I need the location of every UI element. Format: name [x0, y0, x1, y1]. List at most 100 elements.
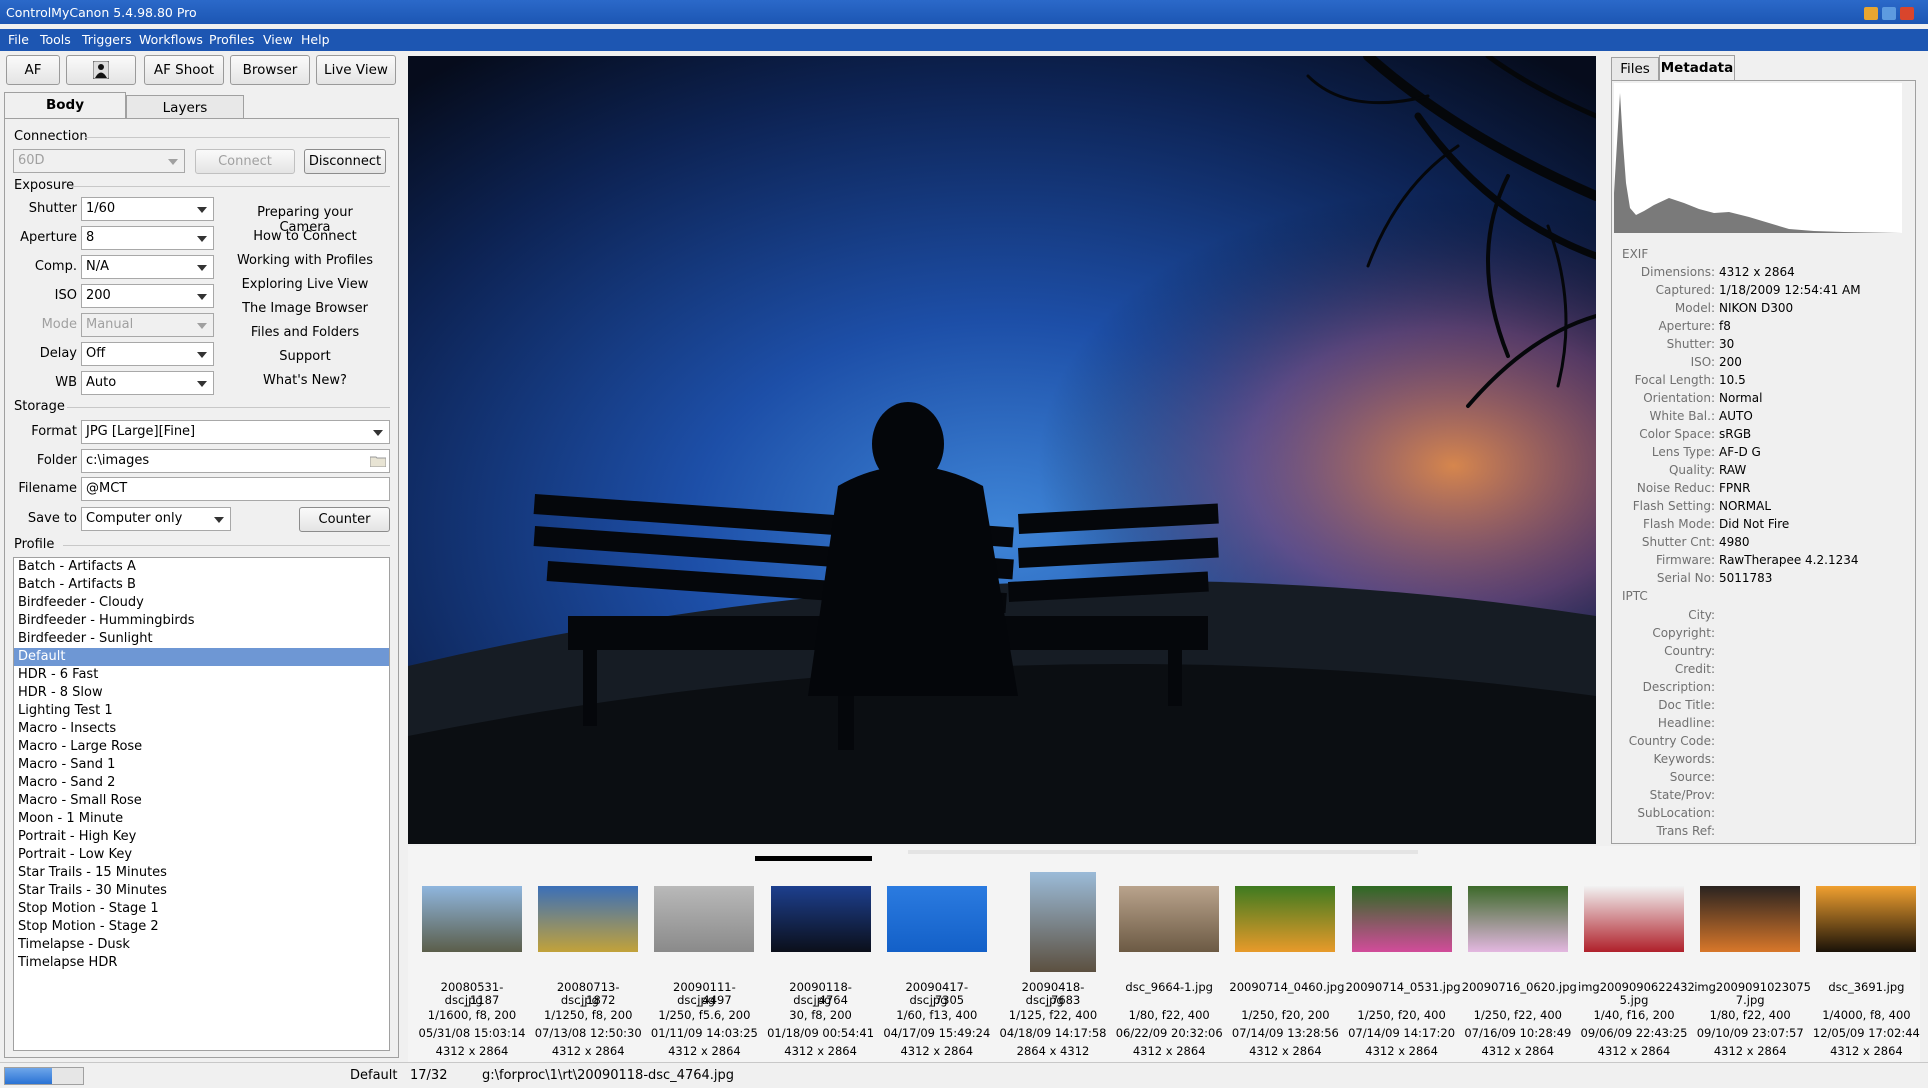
aperture-select[interactable]: 8	[81, 226, 214, 250]
wb-label: WB	[55, 375, 77, 390]
profile-section-title: Profile	[14, 537, 55, 552]
exif-key: Flash Mode:	[1643, 517, 1715, 531]
minimize-icon[interactable]	[1864, 7, 1878, 20]
help-link-image-browser[interactable]: The Image Browser	[230, 301, 380, 316]
connect-button[interactable]: Connect	[195, 149, 295, 174]
live-view-button[interactable]: Live View	[316, 55, 396, 85]
af-button[interactable]: AF	[6, 55, 60, 85]
profile-list-item[interactable]: Macro - Large Rose	[14, 738, 389, 756]
profile-list-item[interactable]: Birdfeeder - Sunlight	[14, 630, 389, 648]
menu-workflows[interactable]: Workflows	[139, 32, 203, 47]
tab-metadata[interactable]: Metadata	[1659, 55, 1735, 81]
mode-select[interactable]: Manual	[81, 313, 214, 337]
thumbnail-image	[1351, 886, 1452, 952]
exif-value: Did Not Fire	[1719, 517, 1790, 531]
delay-select[interactable]: Off	[81, 342, 214, 366]
browser-button[interactable]: Browser	[230, 55, 310, 85]
profile-list-item[interactable]: Macro - Sand 2	[14, 774, 389, 792]
shutter-select[interactable]: 1/60	[81, 197, 214, 221]
menu-help[interactable]: Help	[301, 32, 330, 47]
menu-triggers[interactable]: Triggers	[82, 32, 132, 47]
help-link-whats-new[interactable]: What's New?	[230, 373, 380, 388]
maximize-icon[interactable]	[1882, 7, 1896, 20]
help-link-how-to-connect[interactable]: How to Connect	[230, 229, 380, 244]
close-icon[interactable]	[1900, 7, 1914, 20]
menu-file[interactable]: File	[8, 32, 29, 47]
profile-list-item[interactable]: Macro - Insects	[14, 720, 389, 738]
format-select[interactable]: JPG [Large][Fine]	[81, 420, 390, 444]
profile-list-item[interactable]: Stop Motion - Stage 2	[14, 918, 389, 936]
iptc-key: Description:	[1642, 680, 1715, 694]
main-image-preview[interactable]	[408, 56, 1596, 844]
saveto-value: Computer only	[86, 511, 183, 526]
profile-list-item[interactable]: Timelapse HDR	[14, 954, 389, 972]
iptc-key: Doc Title:	[1658, 698, 1715, 712]
exposure-section-title: Exposure	[14, 178, 75, 193]
thumbnail-date: 01/11/09 14:03:25	[650, 1026, 758, 1040]
iptc-key: Credit:	[1674, 662, 1715, 676]
profile-list-item[interactable]: Birdfeeder - Cloudy	[14, 594, 389, 612]
wb-value: Auto	[86, 375, 117, 390]
counter-button[interactable]: Counter	[299, 507, 390, 532]
saveto-select[interactable]: Computer only	[81, 507, 231, 531]
thumbnail-date: 12/05/09 17:02:44	[1812, 1026, 1920, 1040]
profile-list-item[interactable]: Stop Motion - Stage 1	[14, 900, 389, 918]
iso-select[interactable]: 200	[81, 284, 214, 308]
filename-value: @MCT	[86, 481, 128, 496]
profile-list-item[interactable]: Lighting Test 1	[14, 702, 389, 720]
folder-icon[interactable]	[370, 455, 386, 467]
menu-bar: File Tools Triggers Workflows Profiles V…	[0, 29, 1928, 51]
thumbnail-exposure: 1/80, f22, 400	[1709, 1008, 1791, 1022]
profile-list-item[interactable]: Timelapse - Dusk	[14, 936, 389, 954]
thumbnail-filename: 20090714_0531.jpg	[1345, 980, 1461, 994]
help-link-working-with-profiles[interactable]: Working with Profiles	[230, 253, 380, 268]
profile-list-item[interactable]: Batch - Artifacts A	[14, 558, 389, 576]
saveto-label: Save to	[27, 511, 77, 526]
thumbnail-image	[422, 886, 522, 952]
metadata-panel: EXIF Dimensions: 4312 x 2864 Captured: 1/18…	[1611, 80, 1916, 844]
filmstrip-scroll-track[interactable]	[908, 850, 1418, 854]
profile-list[interactable]: Batch - Artifacts A Batch - Artifacts B Bi…	[13, 557, 390, 1051]
camera-settings-button[interactable]	[66, 55, 136, 85]
af-shoot-button[interactable]: AF Shoot	[144, 55, 224, 85]
menu-view[interactable]: View	[263, 32, 293, 47]
exif-value: RawTherapee 4.2.1234	[1719, 553, 1859, 567]
person-icon	[92, 60, 110, 80]
tab-files[interactable]: Files	[1611, 57, 1659, 81]
profile-list-item[interactable]: HDR - 6 Fast	[14, 666, 389, 684]
folder-field[interactable]: c:\images	[81, 449, 390, 473]
profile-list-item[interactable]: Batch - Artifacts B	[14, 576, 389, 594]
comp-select[interactable]: N/A	[81, 255, 214, 279]
profile-list-item[interactable]: Moon - 1 Minute	[14, 810, 389, 828]
profile-list-item[interactable]: Macro - Sand 1	[14, 756, 389, 774]
wb-select[interactable]: Auto	[81, 371, 214, 395]
profile-list-item[interactable]: HDR - 8 Slow	[14, 684, 389, 702]
profile-list-item[interactable]: Macro - Small Rose	[14, 792, 389, 810]
profile-list-item[interactable]: Birdfeeder - Hummingbirds	[14, 612, 389, 630]
profile-list-item[interactable]: Default	[14, 648, 389, 666]
thumbnail-exposure: 1/4000, f8, 400	[1822, 1008, 1911, 1022]
exif-value: FPNR	[1719, 481, 1751, 495]
profile-list-item[interactable]: Star Trails - 30 Minutes	[14, 882, 389, 900]
menu-profiles[interactable]: Profiles	[209, 32, 254, 47]
exif-value: 10.5	[1719, 373, 1746, 387]
help-link-exploring-live-view[interactable]: Exploring Live View	[230, 277, 380, 292]
thumbnail-filename-ext: 5.jpg	[1619, 993, 1649, 1007]
help-link-files-and-folders[interactable]: Files and Folders	[230, 325, 380, 340]
filename-field[interactable]: @MCT	[81, 477, 390, 501]
menu-tools[interactable]: Tools	[40, 32, 71, 47]
camera-model-select[interactable]: 60D	[13, 149, 185, 173]
connection-section-title: Connection	[14, 129, 88, 144]
help-link-support[interactable]: Support	[230, 349, 380, 364]
thumbnail-dimensions: 2864 x 4312	[1016, 1044, 1090, 1058]
tab-body[interactable]: Body	[4, 92, 126, 120]
thumbnail-image	[1235, 886, 1336, 952]
aperture-value: 8	[86, 230, 95, 245]
profile-list-item[interactable]: Star Trails - 15 Minutes	[14, 864, 389, 882]
profile-list-item[interactable]: Portrait - High Key	[14, 828, 389, 846]
iso-label: ISO	[54, 288, 77, 303]
disconnect-button[interactable]: Disconnect	[304, 149, 386, 174]
exif-value: 200	[1719, 355, 1742, 369]
iptc-key: Country:	[1664, 644, 1715, 658]
profile-list-item[interactable]: Portrait - Low Key	[14, 846, 389, 864]
